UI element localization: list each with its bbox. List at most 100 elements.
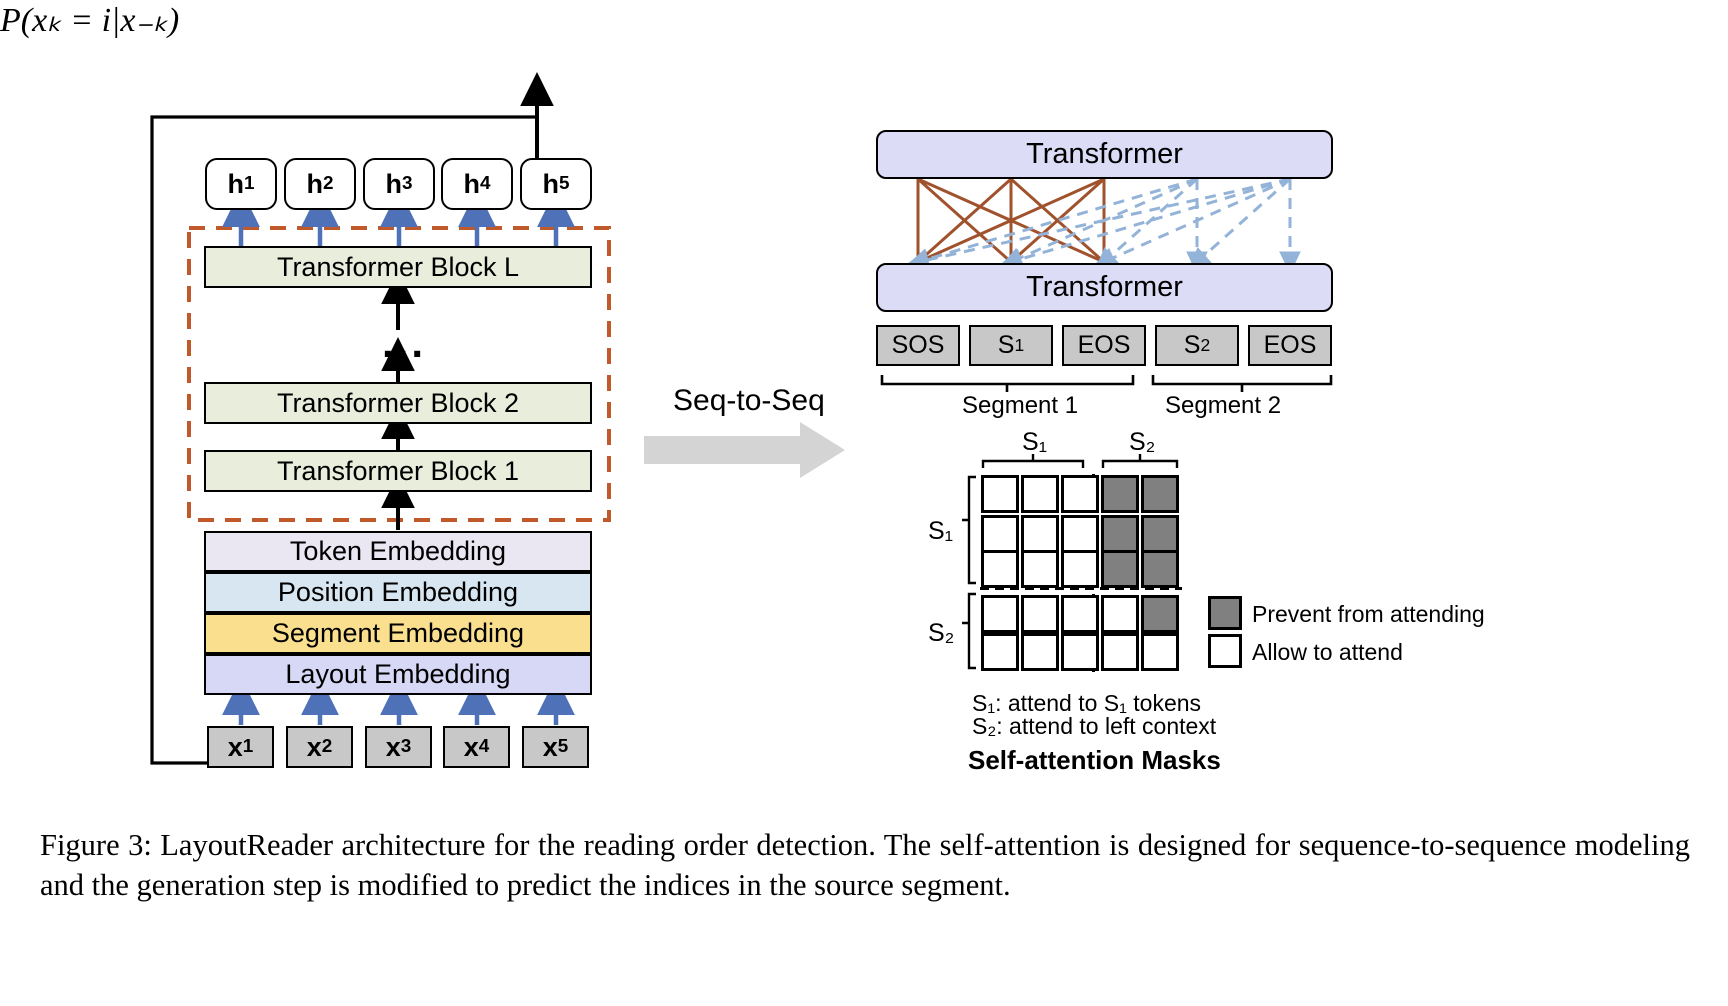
segment-2-label: Segment 2 [1165, 392, 1282, 419]
mask-cell-r4c5 [1141, 595, 1179, 633]
mask-cell-r3c4 [1101, 550, 1139, 588]
mask-col-group-s1: S₁ [1022, 428, 1048, 456]
token-to-embedding-arrows [222, 676, 575, 725]
mask-cell-r5c2 [1021, 633, 1059, 671]
input-token-x5-label: x [542, 731, 558, 762]
mask-cell-r3c5 [1141, 550, 1179, 588]
input-token-x4: x4 [443, 726, 510, 768]
transformer-block-1: Transformer Block 1 [204, 450, 592, 492]
seq-to-seq-arrow [644, 422, 845, 478]
embedding-position: Position Embedding [204, 572, 592, 613]
transformer-block-L-label: Transformer Block L [276, 251, 520, 282]
transformer-block-2-label: Transformer Block 2 [276, 387, 520, 418]
hidden-state-h1-label: h [227, 168, 244, 199]
transformer-layer-bottom-label: Transformer [1026, 271, 1183, 303]
embedding-position-label: Position Embedding [277, 577, 519, 607]
mask-cell-r4c1 [981, 595, 1019, 633]
input-token-x4-sub: 4 [478, 736, 490, 757]
embedding-segment: Segment Embedding [204, 613, 592, 654]
sequence-token-s2-sub: 2 [1200, 335, 1211, 355]
segment-1-label: Segment 1 [962, 392, 1079, 419]
legend-swatch-allow [1208, 634, 1242, 668]
hidden-state-h4: h4 [441, 158, 513, 210]
input-token-x4-label: x [463, 731, 479, 762]
hidden-state-h5-sub: 5 [558, 173, 570, 194]
figure-canvas: P(xₖ = i|x₋ₖ) h1 h2 h3 h4 h5 Transformer… [0, 0, 1728, 1006]
legend-label-prevent: Prevent from attending [1252, 601, 1485, 627]
input-token-x2-sub: 2 [321, 736, 333, 757]
mask-cell-r2c4 [1101, 515, 1139, 553]
transformer-block-1-label: Transformer Block 1 [276, 455, 520, 486]
sequence-token-s1: S1 [969, 325, 1053, 366]
mask-row-group-s2: S₂ [928, 619, 955, 647]
mask-cell-r2c3 [1061, 515, 1099, 553]
input-token-x5-sub: 5 [557, 736, 569, 757]
sequence-token-eos-1-label: EOS [1077, 331, 1131, 359]
hidden-state-h4-label: h [463, 168, 480, 199]
input-token-x3-label: x [385, 731, 401, 762]
hidden-state-h1-sub: 1 [243, 173, 255, 194]
input-token-x3: x3 [365, 726, 432, 768]
sequence-token-sos-label: SOS [891, 331, 945, 359]
input-token-x2-label: x [306, 731, 322, 762]
mask-cell-r2c5 [1141, 515, 1179, 553]
sequence-token-s2-label: S [1183, 331, 1201, 359]
sequence-token-eos-1: EOS [1062, 325, 1146, 366]
input-token-x2: x2 [286, 726, 353, 768]
mask-note-s2: S₂: attend to left context [972, 713, 1217, 739]
embedding-segment-label: Segment Embedding [271, 618, 525, 648]
mask-cell-r5c1 [981, 633, 1019, 671]
hidden-state-h3-label: h [385, 168, 402, 199]
segment-braces [880, 375, 1333, 392]
embedding-token-label: Token Embedding [289, 536, 507, 566]
mask-cell-r1c5 [1141, 475, 1179, 513]
sequence-token-sos: SOS [876, 325, 960, 366]
embedding-layout: Layout Embedding [204, 654, 592, 695]
mask-cell-r2c2 [1021, 515, 1059, 553]
mask-cell-r1c3 [1061, 475, 1099, 513]
vertical-ellipsis: ... [382, 319, 427, 366]
input-token-x1-sub: 1 [242, 736, 254, 757]
hidden-state-h1: h1 [205, 158, 277, 210]
mask-cell-r1c2 [1021, 475, 1059, 513]
figure-caption: Figure 3: LayoutReader architecture for … [40, 828, 1690, 902]
hidden-state-h2-label: h [306, 168, 323, 199]
hidden-state-h2-sub: 2 [322, 173, 334, 194]
sequence-token-s1-label: S [997, 331, 1015, 359]
hidden-state-h4-sub: 4 [479, 173, 491, 194]
block-to-hidden-arrows [222, 188, 575, 246]
mask-row-group-s1: S₁ [928, 517, 954, 545]
transformer-block-L: Transformer Block L [204, 246, 592, 288]
mask-cell-r3c1 [981, 550, 1019, 588]
sequence-token-eos-2-label: EOS [1263, 331, 1317, 359]
mask-cell-r3c2 [1021, 550, 1059, 588]
hidden-state-h5: h5 [520, 158, 592, 210]
mask-cell-r1c1 [981, 475, 1019, 513]
mask-cell-r2c1 [981, 515, 1019, 553]
embedding-layout-label: Layout Embedding [285, 659, 511, 689]
mask-cell-r4c3 [1061, 595, 1099, 633]
mask-cell-r5c3 [1061, 633, 1099, 671]
mask-cell-r5c4 [1101, 633, 1139, 671]
hidden-state-h5-label: h [542, 168, 559, 199]
mask-col-group-s2: S₂ [1129, 428, 1156, 456]
hidden-state-h2: h2 [284, 158, 356, 210]
mask-cell-r4c4 [1101, 595, 1139, 633]
attention-lines-dashed [906, 177, 1301, 274]
mask-title: Self-attention Masks [968, 745, 1221, 775]
legend-swatch-prevent [1208, 596, 1242, 630]
transformer-layer-top-label: Transformer [1026, 138, 1183, 170]
attention-lines-brown [916, 177, 1106, 264]
seq-to-seq-label: Seq-to-Seq [673, 384, 825, 417]
sequence-token-eos-2: EOS [1248, 325, 1332, 366]
sequence-token-s2: S2 [1155, 325, 1239, 366]
transformer-layer-top: Transformer [876, 130, 1333, 179]
transformer-layer-bottom: Transformer [876, 263, 1333, 312]
mask-cell-r1c4 [1101, 475, 1139, 513]
hidden-state-h3-sub: 3 [401, 173, 413, 194]
input-token-x5: x5 [522, 726, 589, 768]
mask-cell-r5c5 [1141, 633, 1179, 671]
input-token-x3-sub: 3 [400, 736, 412, 757]
legend-label-allow: Allow to attend [1252, 639, 1403, 665]
mask-cell-r3c3 [1061, 550, 1099, 588]
